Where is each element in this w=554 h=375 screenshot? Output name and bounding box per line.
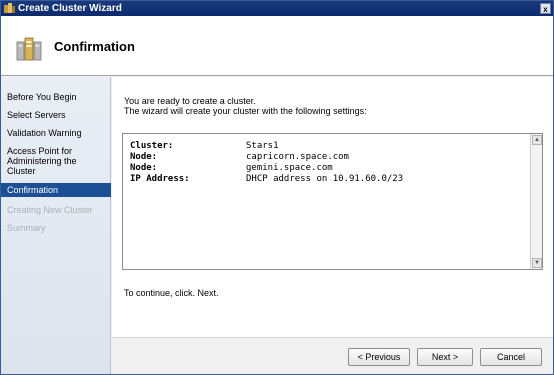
settings-row: IP Address: DHCP address on 10.91.60.0/2… — [130, 174, 403, 185]
wizard-steps-nav: Before You Begin Select Servers Validati… — [1, 77, 111, 374]
setting-key: Node: — [130, 152, 158, 162]
intro-text: You are ready to create a cluster. The w… — [124, 96, 367, 116]
setting-value: DHCP address on 10.91.60.0/23 — [246, 174, 404, 184]
nav-item-validation-warning[interactable]: Validation Warning — [7, 128, 107, 138]
next-button[interactable]: Next > — [417, 348, 473, 366]
settings-row: Cluster: Stars1 — [130, 141, 403, 152]
nav-item-creating-new-cluster: Creating New Cluster — [7, 205, 93, 215]
cancel-button[interactable]: Cancel — [480, 348, 542, 366]
nav-item-summary: Summary — [7, 223, 46, 233]
cluster-icon — [4, 3, 15, 13]
settings-summary-box[interactable]: Cluster: Stars1 Node: capricorn.space.co… — [122, 133, 543, 270]
title-bar: Create Cluster Wizard x — [1, 1, 553, 16]
settings-row: Node: capricorn.space.com — [130, 152, 403, 163]
setting-value: capricorn.space.com — [246, 152, 349, 162]
scroll-up-arrow-icon[interactable]: ▲ — [532, 135, 542, 145]
nav-item-access-point[interactable]: Access Point for Administering the Clust… — [7, 146, 102, 176]
page-title: Confirmation — [54, 39, 135, 54]
close-button[interactable]: x — [540, 3, 551, 14]
scroll-down-arrow-icon[interactable]: ▼ — [532, 258, 542, 268]
intro-line-2: The wizard will create your cluster with… — [124, 106, 367, 116]
vertical-scrollbar[interactable]: ▲ ▼ — [530, 134, 542, 269]
wizard-header: Confirmation — [1, 16, 553, 76]
setting-key: IP Address: — [130, 174, 190, 184]
nav-item-select-servers[interactable]: Select Servers — [7, 110, 107, 120]
previous-button[interactable]: < Previous — [348, 348, 410, 366]
continue-instruction: To continue, click. Next. — [124, 288, 219, 298]
setting-key: Node: — [130, 163, 158, 173]
wizard-window: Create Cluster Wizard x Confirmation Bef… — [0, 0, 554, 375]
settings-table: Cluster: Stars1 Node: capricorn.space.co… — [130, 141, 403, 185]
nav-item-before-you-begin[interactable]: Before You Begin — [7, 92, 107, 102]
setting-key: Cluster: — [130, 141, 174, 151]
nav-item-confirmation[interactable]: Confirmation — [1, 183, 111, 197]
intro-line-1: You are ready to create a cluster. — [124, 96, 256, 106]
setting-value: gemini.space.com — [246, 163, 333, 173]
window-title: Create Cluster Wizard — [18, 3, 122, 14]
cluster-servers-icon — [16, 37, 42, 61]
button-bar: < Previous Next > Cancel — [112, 337, 553, 374]
setting-value: Stars1 — [246, 141, 279, 151]
settings-row: Node: gemini.space.com — [130, 163, 403, 174]
